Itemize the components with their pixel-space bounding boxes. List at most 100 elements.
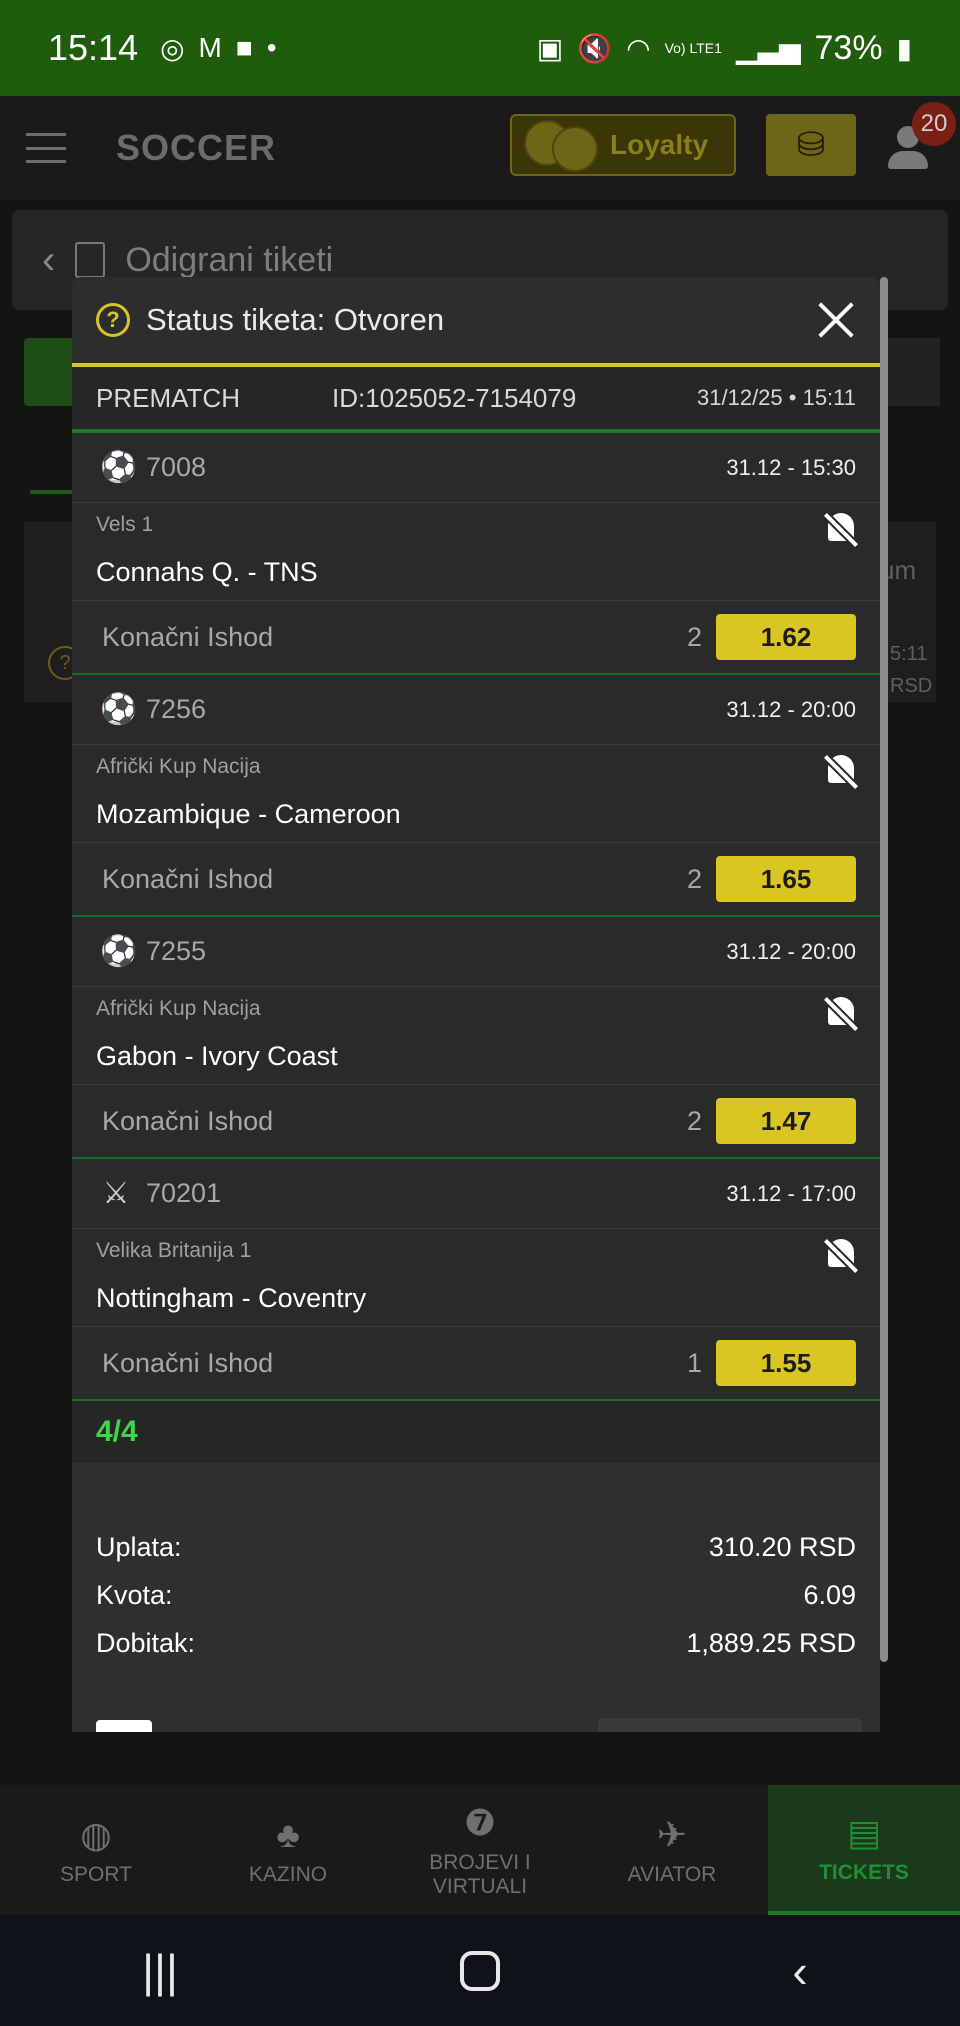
nav-sport-label: SPORT	[60, 1863, 132, 1886]
soccer-ball-icon: ⚽	[100, 935, 138, 968]
bell-off-icon[interactable]	[824, 995, 858, 1031]
cherries-icon: ♣	[276, 1814, 300, 1855]
home-button[interactable]	[430, 1950, 530, 1991]
event-datetime: 31.12 - 17:00	[726, 1180, 856, 1206]
nav-tickets-label: TICKETS	[819, 1861, 909, 1884]
wifi-icon: ◠	[626, 32, 651, 64]
footer-checkbox-partial[interactable]	[96, 1720, 152, 1732]
home-icon	[460, 1950, 500, 1991]
event-market: Konačni Ishod	[102, 1347, 274, 1378]
event-pick: 2	[686, 1105, 702, 1136]
event-count-row: 4/4	[72, 1401, 880, 1463]
coins-button[interactable]: ⛁	[766, 114, 856, 176]
battery-percent: 73%	[814, 28, 883, 67]
event-league: Afrički Kup Nacija	[96, 997, 261, 1020]
event-datetime: 31.12 - 20:00	[726, 696, 856, 722]
event-row: ⚽ 7256 31.12 - 20:00 Afrički Kup Nacija …	[72, 675, 880, 917]
close-icon[interactable]	[816, 300, 856, 340]
basketball-icon: ◍	[80, 1814, 112, 1855]
nav-sport[interactable]: ◍ SPORT	[0, 1785, 192, 1915]
soccer-logo[interactable]: SOCCER	[116, 127, 276, 169]
event-datetime: 31.12 - 20:00	[726, 938, 856, 964]
battery-saver-icon: ▣	[536, 32, 564, 64]
crossed-swords-icon: ⚔	[102, 1177, 130, 1210]
menu-icon[interactable]	[26, 133, 66, 163]
mute-icon: 🔇	[577, 32, 613, 64]
puzzle-icon: ■	[235, 32, 253, 63]
stake-label: Uplata:	[96, 1531, 182, 1562]
airplane-icon: ✈	[656, 1814, 688, 1855]
event-market: Konačni Ishod	[102, 621, 274, 652]
lottery-ball-icon: ❼	[463, 1802, 497, 1843]
odds-row: Kvota: 6.09	[96, 1571, 856, 1619]
nav-aviator[interactable]: ✈ AVIATOR	[576, 1785, 768, 1915]
nav-brojevi-label: BROJEVI I VIRTUALI	[429, 1851, 531, 1898]
event-pick: 1	[686, 1347, 702, 1378]
event-row: ⚽ 7008 31.12 - 15:30 Vels 1 Connahs Q. -…	[72, 433, 880, 675]
event-row: ⚽ 7255 31.12 - 20:00 Afrički Kup Nacija …	[72, 917, 880, 1159]
network-type: Vo) LTE1	[664, 40, 722, 56]
dot-icon: •	[266, 32, 277, 63]
question-icon: ?	[96, 303, 130, 337]
odds-value: 6.09	[803, 1579, 856, 1610]
win-row: Dobitak: 1,889.25 RSD	[96, 1619, 856, 1667]
ticket-id: ID:1025052-7154079	[331, 382, 577, 413]
win-label: Dobitak:	[96, 1627, 196, 1658]
event-code: 70201	[146, 1178, 222, 1208]
ticket-list-icon	[75, 242, 106, 278]
signal-icon: ▁▃▅	[735, 32, 801, 64]
bell-off-icon[interactable]	[824, 1237, 858, 1273]
soccer-ball-icon: ⚽	[100, 451, 138, 484]
back-nav-icon[interactable]: ‹	[750, 1944, 850, 1998]
event-league: Velika Britanija 1	[96, 1239, 252, 1262]
loyalty-button[interactable]: Loyalty	[510, 114, 736, 176]
stake-value: 310.20 RSD	[708, 1531, 856, 1562]
page-title: Odigrani tiketi	[125, 240, 334, 279]
back-icon[interactable]: ‹	[42, 238, 55, 283]
nav-brojevi[interactable]: ❼ BROJEVI I VIRTUALI	[384, 1785, 576, 1915]
modal-title: Status tiketa: Otvoren	[146, 302, 445, 337]
ticket-status-modal: ? Status tiketa: Otvoren PREMATCH ID:102…	[72, 277, 880, 1732]
event-count: 4/4	[96, 1415, 138, 1448]
event-league: Vels 1	[96, 513, 154, 536]
event-odd-badge: 1.55	[716, 1340, 856, 1386]
event-code: 7255	[146, 936, 207, 966]
status-bar: 15:14 ◎ M ■ • ▣ 🔇 ◠ Vo) LTE1 ▁▃▅ 73% ▮	[0, 0, 960, 96]
app-notification-icon: ◎	[160, 32, 185, 64]
gmail-icon: M	[198, 32, 222, 63]
loyalty-coins-icon	[524, 120, 598, 172]
bg-filter-bar	[880, 338, 940, 406]
bell-off-icon[interactable]	[824, 511, 858, 547]
footer-button-partial[interactable]	[598, 1718, 862, 1732]
event-code: 7008	[146, 452, 207, 482]
event-code: 7256	[146, 694, 207, 724]
event-market: Konačni Ishod	[102, 1105, 274, 1136]
event-match: Mozambique - Cameroon	[96, 799, 401, 829]
stake-row: Uplata: 310.20 RSD	[96, 1523, 856, 1571]
modal-scrollbar[interactable]	[880, 277, 888, 1662]
app-header: SOCCER Loyalty ⛁	[0, 96, 960, 200]
bottom-nav: ◍ SPORT ♣ KAZINO ❼ BROJEVI I VIRTUALI ✈ …	[0, 1785, 960, 1915]
ticket-type: PREMATCH	[96, 382, 240, 413]
nav-kazino[interactable]: ♣ KAZINO	[192, 1785, 384, 1915]
event-league: Afrički Kup Nacija	[96, 755, 261, 778]
bg-ticket-time: 5:11 RSD	[890, 643, 933, 697]
event-market: Konačni Ishod	[102, 863, 274, 894]
nav-kazino-label: KAZINO	[248, 1863, 328, 1886]
system-nav-bar: ||| ‹	[0, 1915, 960, 2026]
battery-icon: ▮	[896, 32, 912, 64]
recent-apps-icon[interactable]: |||	[110, 1944, 210, 1998]
status-time: 15:14	[48, 27, 139, 68]
coins-icon: ⛁	[796, 126, 826, 164]
event-pick: 2	[686, 621, 702, 652]
modal-header: ? Status tiketa: Otvoren	[72, 277, 880, 367]
nav-aviator-label: AVIATOR	[627, 1863, 717, 1886]
event-match: Gabon - Ivory Coast	[96, 1041, 338, 1071]
event-match: Nottingham - Coventry	[96, 1283, 367, 1313]
bell-off-icon[interactable]	[824, 753, 858, 789]
nav-tickets[interactable]: ▤ TICKETS	[768, 1785, 960, 1915]
event-datetime: 31.12 - 15:30	[726, 454, 856, 480]
ticket-meta: PREMATCH ID:1025052-7154079 31/12/25 • 1…	[72, 367, 880, 433]
event-match: Connahs Q. - TNS	[96, 557, 318, 587]
event-odd-badge: 1.65	[716, 856, 856, 902]
